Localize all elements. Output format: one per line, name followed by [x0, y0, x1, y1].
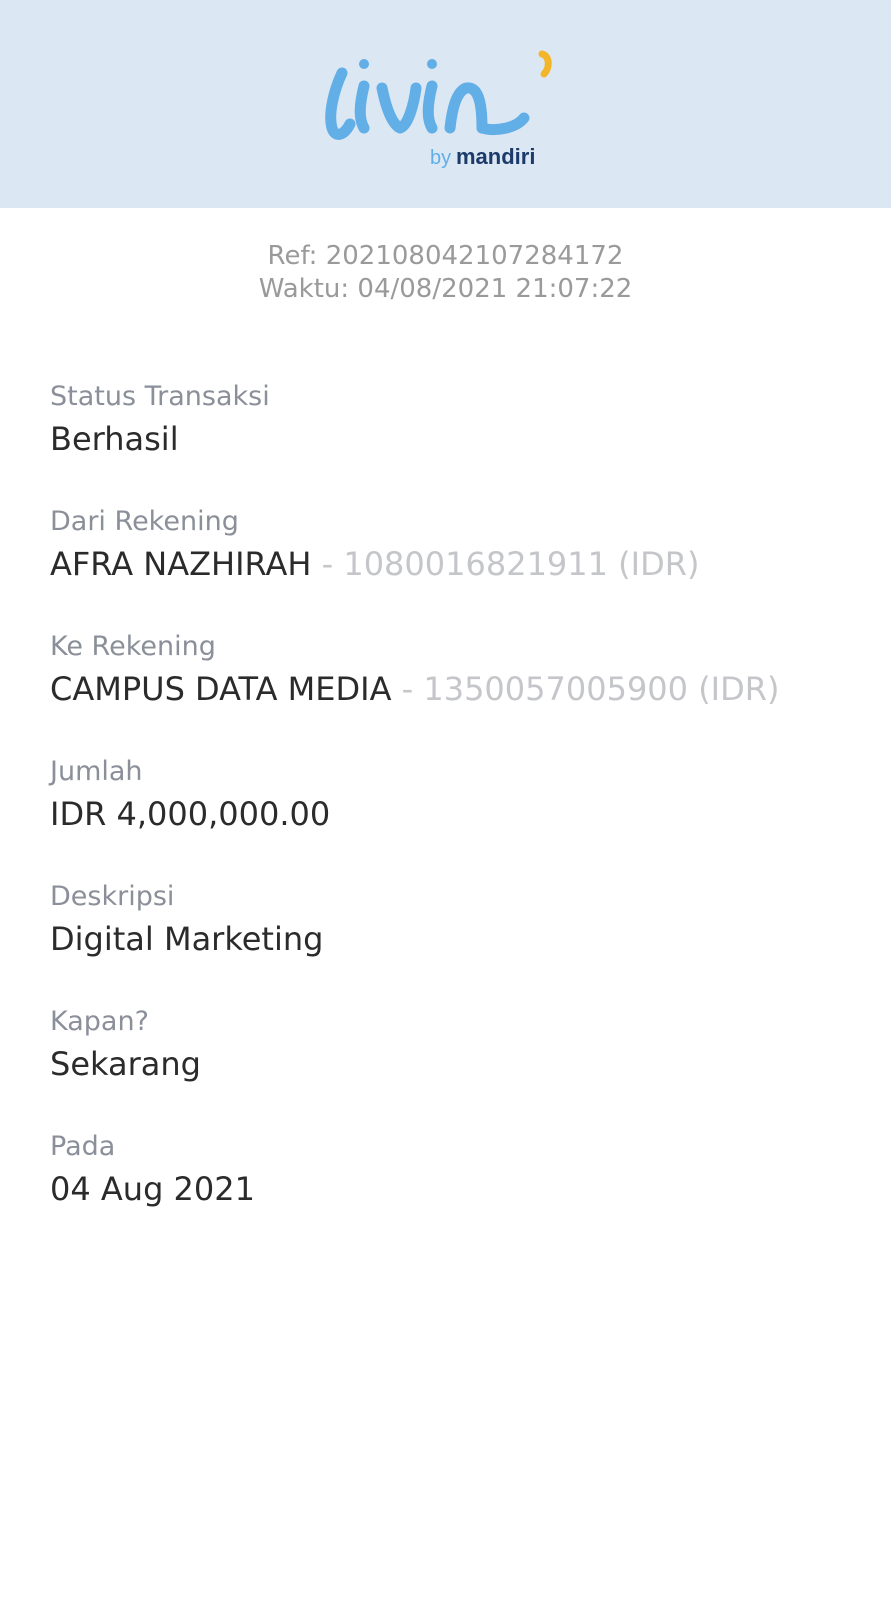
- destination-account-label: Ke Rekening: [50, 631, 216, 662]
- logo-by-text: by: [430, 147, 451, 169]
- destination-account-value: CAMPUS DATA MEDIA - 1350057005900 (IDR): [50, 668, 850, 710]
- source-account-name: AFRA NAZHIRAH: [50, 545, 312, 583]
- destination-account-field: Ke Rekening CAMPUS DATA MEDIA - 13500570…: [50, 626, 850, 751]
- app-header: by mandiri: [0, 0, 891, 208]
- source-account-label: Dari Rekening: [50, 506, 239, 537]
- description-value: Digital Marketing: [50, 920, 324, 958]
- amount-field: Jumlah IDR 4,000,000.00: [50, 751, 850, 876]
- description-field: Deskripsi Digital Marketing: [50, 876, 850, 1001]
- reference-number: Ref: 202108042107284172: [267, 241, 624, 271]
- status-label: Status Transaksi: [50, 381, 270, 412]
- transaction-time: Waktu: 04/08/2021 21:07:22: [258, 274, 633, 304]
- date-field: Pada 04 Aug 2021: [50, 1126, 850, 1251]
- description-label: Deskripsi: [50, 881, 175, 912]
- schedule-value: Sekarang: [50, 1045, 201, 1083]
- schedule-field: Kapan? Sekarang: [50, 1001, 850, 1126]
- destination-account-number: - 1350057005900 (IDR): [401, 670, 780, 708]
- schedule-label: Kapan?: [50, 1006, 149, 1037]
- date-value: 04 Aug 2021: [50, 1170, 255, 1208]
- receipt-meta: Ref: 202108042107284172 Waktu: 04/08/202…: [0, 240, 891, 306]
- logo-bank-name: mandiri: [456, 144, 535, 169]
- source-account-number: - 1080016821911 (IDR): [321, 545, 700, 583]
- source-account-field: Dari Rekening AFRA NAZHIRAH - 1080016821…: [50, 501, 850, 626]
- status-value: Berhasil: [50, 420, 179, 458]
- source-account-value: AFRA NAZHIRAH - 1080016821911 (IDR): [50, 543, 850, 585]
- destination-account-name: CAMPUS DATA MEDIA: [50, 670, 392, 708]
- amount-label: Jumlah: [50, 756, 143, 787]
- transaction-details: Status Transaksi Berhasil Dari Rekening …: [50, 376, 850, 1251]
- amount-value: IDR 4,000,000.00: [50, 795, 331, 833]
- date-label: Pada: [50, 1131, 116, 1162]
- livin-mandiri-logo: by mandiri: [325, 50, 552, 169]
- status-field: Status Transaksi Berhasil: [50, 376, 850, 501]
